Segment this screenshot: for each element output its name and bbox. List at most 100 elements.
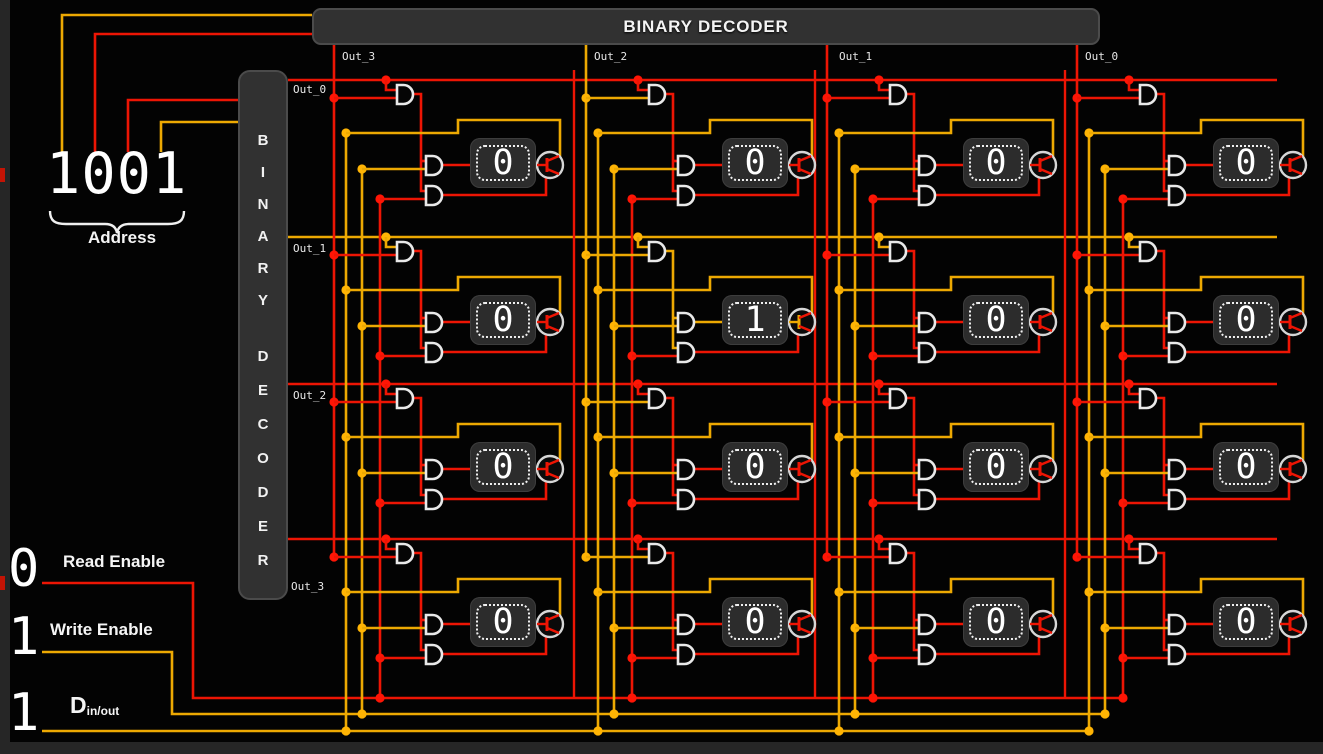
tristate-transistor[interactable] [1280,152,1306,178]
tristate-transistor[interactable] [1030,611,1056,637]
and-gate[interactable] [426,186,442,205]
and-gate[interactable] [890,544,906,563]
tristate-transistor[interactable] [789,309,815,335]
and-gate[interactable] [649,242,665,261]
tristate-transistor[interactable] [1030,456,1056,482]
col-label-out1: Out_1 [839,50,872,63]
left-binary-decoder-chip[interactable]: BINARYDECODER [238,70,288,600]
tristate-transistor[interactable] [1030,152,1056,178]
and-gate[interactable] [1140,242,1156,261]
and-gate[interactable] [397,85,413,104]
and-gate[interactable] [919,313,935,332]
and-gate[interactable] [1140,389,1156,408]
tristate-transistor[interactable] [537,456,563,482]
and-gate[interactable] [1169,343,1185,362]
data-inout-label: Din/out [70,692,119,719]
row-label-out3: Out_3 [291,580,324,593]
and-gate[interactable] [426,645,442,664]
display-frame: 0 [728,145,782,181]
read-enable-label: Read Enable [63,552,165,572]
and-gate[interactable] [1169,186,1185,205]
memory-cell-display-r3c0: 0 [470,597,536,647]
and-gate[interactable] [426,490,442,509]
and-gate[interactable] [397,544,413,563]
tristate-transistor[interactable] [1280,309,1306,335]
address-input-value[interactable]: 1001 [46,146,187,203]
and-gate[interactable] [1169,313,1185,332]
stored-bit-value: 0 [744,450,765,485]
display-frame: 1 [728,302,782,338]
write-enable-input[interactable]: 1 [8,611,39,663]
stored-bit-value: 0 [1235,605,1256,640]
tristate-transistor[interactable] [537,309,563,335]
and-gate[interactable] [678,343,694,362]
col-label-out2: Out_2 [594,50,627,63]
and-gate[interactable] [1169,156,1185,175]
tristate-transistor[interactable] [789,611,815,637]
tristate-transistor[interactable] [537,611,563,637]
and-gate[interactable] [1140,85,1156,104]
and-gate[interactable] [426,343,442,362]
memory-cell-display-r2c2: 0 [963,442,1029,492]
memory-cell-display-r0c2: 0 [963,138,1029,188]
stored-bit-value: 0 [1235,146,1256,181]
tristate-transistor[interactable] [1030,309,1056,335]
and-gate[interactable] [890,85,906,104]
stored-bit-value: 0 [492,303,513,338]
memory-cell-display-r2c3: 0 [1213,442,1279,492]
and-gate[interactable] [1169,645,1185,664]
tristate-transistor[interactable] [789,456,815,482]
left-decoder-letter: I [238,164,288,181]
and-gate[interactable] [397,389,413,408]
and-gate[interactable] [678,645,694,664]
left-decoder-letter: E [238,382,288,399]
tristate-transistor[interactable] [789,152,815,178]
left-decoder-letter: E [238,518,288,535]
and-gate[interactable] [919,645,935,664]
write-enable-label: Write Enable [50,620,153,640]
and-gate[interactable] [919,490,935,509]
and-gate[interactable] [678,490,694,509]
memory-cell-display-r3c2: 0 [963,597,1029,647]
display-frame: 0 [1219,145,1273,181]
and-gate[interactable] [919,343,935,362]
and-gate[interactable] [890,389,906,408]
and-gate[interactable] [1169,460,1185,479]
and-gate[interactable] [649,544,665,563]
and-gate[interactable] [1169,490,1185,509]
and-gate[interactable] [678,615,694,634]
stored-bit-value: 0 [985,605,1006,640]
tristate-transistor[interactable] [537,152,563,178]
and-gate[interactable] [1169,615,1185,634]
and-gate[interactable] [919,615,935,634]
memory-cell-display-r1c0: 0 [470,295,536,345]
top-binary-decoder-chip[interactable]: BINARY DECODER [312,8,1100,45]
and-gate[interactable] [1140,544,1156,563]
and-gate[interactable] [426,313,442,332]
and-gate[interactable] [649,85,665,104]
and-gate[interactable] [649,389,665,408]
and-gate[interactable] [678,460,694,479]
and-gate[interactable] [678,313,694,332]
and-gate[interactable] [678,186,694,205]
display-frame: 0 [476,302,530,338]
display-frame: 0 [476,145,530,181]
and-gate[interactable] [890,242,906,261]
row-label-out2: Out_2 [293,389,326,402]
stored-bit-value: 0 [492,605,513,640]
read-enable-input[interactable]: 0 [8,543,39,595]
and-gate[interactable] [397,242,413,261]
and-gate[interactable] [426,156,442,175]
and-gate[interactable] [919,460,935,479]
tristate-transistor[interactable] [1280,456,1306,482]
and-gate[interactable] [426,460,442,479]
tristate-transistor[interactable] [1280,611,1306,637]
data-inout-input[interactable]: 1 [8,687,39,739]
stored-bit-value: 0 [1235,450,1256,485]
memory-cell-display-r1c2: 0 [963,295,1029,345]
and-gate[interactable] [919,156,935,175]
and-gate[interactable] [678,156,694,175]
display-frame: 0 [1219,604,1273,640]
and-gate[interactable] [919,186,935,205]
and-gate[interactable] [426,615,442,634]
